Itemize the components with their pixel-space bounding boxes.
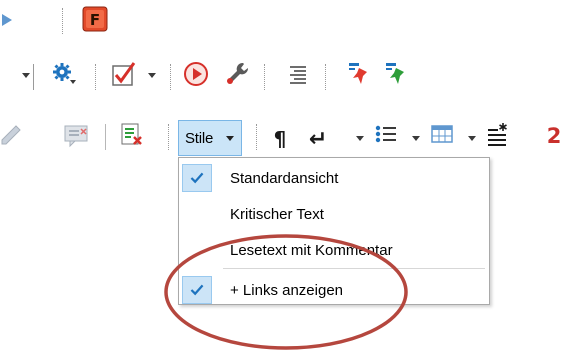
toolbar-separator: [256, 124, 258, 150]
forward-arrow-icon[interactable]: [0, 6, 20, 34]
app-badge-icon[interactable]: F: [82, 6, 108, 32]
note-glyph: 2: [547, 124, 562, 148]
menu-separator: [223, 268, 485, 269]
toolbar-separator: [105, 124, 107, 150]
menu-item-label: + Links anzeigen: [230, 282, 343, 299]
dropdown-edge: [33, 64, 35, 90]
checkmark-icon: [190, 172, 204, 184]
menu-item-links-anzeigen[interactable]: + Links anzeigen: [179, 274, 489, 308]
chevron-down-icon[interactable]: [468, 136, 476, 141]
menu-check-box: [182, 276, 212, 304]
screenshot-stage: F ¶ ↵ 2 Stile Standardansicht Kritischer…: [0, 0, 574, 361]
checkmark-icon: [190, 284, 204, 296]
menu-item-kritischer-text[interactable]: Kritischer Text: [179, 198, 489, 232]
pencil-comment-icon[interactable]: [0, 120, 30, 148]
play-record-icon[interactable]: [182, 60, 210, 88]
menu-check-box: [182, 164, 212, 192]
pilcrow-icon[interactable]: ¶: [270, 124, 298, 152]
chevron-down-icon[interactable]: [356, 136, 364, 141]
app-badge-letter: F: [90, 11, 100, 29]
chevron-down-icon[interactable]: [22, 73, 30, 78]
line-break-icon[interactable]: ↵: [304, 124, 336, 152]
comment-delete-icon[interactable]: [62, 120, 92, 148]
toolbar-separator: [170, 64, 172, 90]
styles-dropdown-button[interactable]: Stile: [178, 120, 242, 156]
pilcrow-glyph: ¶: [274, 127, 287, 151]
toolbar-separator: [95, 64, 97, 90]
toolbar-row-middle: [0, 60, 574, 94]
text-lines-asterisk-icon[interactable]: [484, 120, 512, 148]
return-glyph: ↵: [309, 127, 327, 152]
red-pin-icon[interactable]: [345, 60, 373, 88]
text-align-right-icon[interactable]: [284, 60, 312, 88]
toolbar-separator: [62, 8, 64, 34]
wrench-icon[interactable]: [223, 60, 251, 88]
chevron-down-icon[interactable]: [148, 73, 156, 78]
menu-item-label: Lesetext mit Kommentar: [230, 242, 393, 259]
chevron-down-icon: [226, 136, 234, 141]
checkbox-document-icon[interactable]: [110, 60, 138, 88]
footnote-icon[interactable]: 2: [540, 120, 570, 148]
menu-item-lesetext-mit-kommentar[interactable]: Lesetext mit Kommentar: [179, 234, 489, 268]
toolbar-separator: [325, 64, 327, 90]
document-cancel-icon[interactable]: [118, 120, 146, 148]
styles-menu: Standardansicht Kritischer Text Lesetext…: [178, 157, 490, 305]
menu-item-label: Kritischer Text: [230, 206, 324, 223]
styles-dropdown-label: Stile: [185, 130, 214, 147]
toolbar-separator: [168, 124, 170, 150]
toolbar-row-top: F: [0, 4, 574, 38]
chevron-down-icon[interactable]: [412, 136, 420, 141]
green-pin-icon[interactable]: [382, 60, 410, 88]
bulleted-list-icon[interactable]: [372, 120, 400, 148]
gear-icon[interactable]: [50, 60, 78, 88]
menu-item-standardansicht[interactable]: Standardansicht: [179, 162, 489, 196]
table-icon[interactable]: [428, 120, 456, 148]
toolbar-separator: [264, 64, 266, 90]
menu-item-label: Standardansicht: [230, 170, 339, 187]
toolbar-row-bottom: ¶ ↵ 2: [0, 120, 574, 154]
